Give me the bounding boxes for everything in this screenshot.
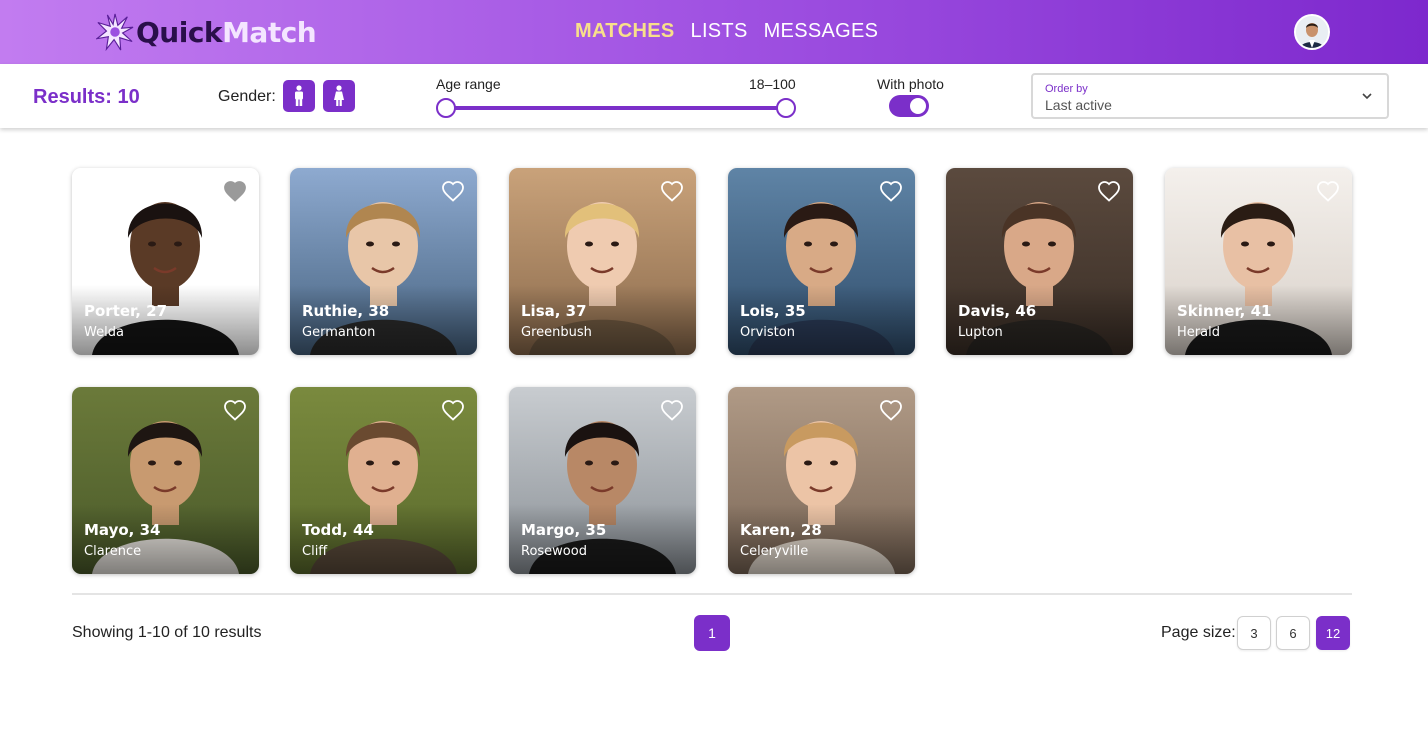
male-icon bbox=[295, 85, 303, 106]
user-avatar-icon bbox=[1296, 16, 1328, 48]
nav-lists[interactable]: LISTS bbox=[691, 20, 748, 43]
profile-city: Clarence bbox=[84, 544, 142, 559]
top-header: QuickMatch MATCHES LISTS MESSAGES bbox=[0, 0, 1428, 64]
page-button-1[interactable]: 1 bbox=[694, 615, 730, 651]
starburst-icon bbox=[96, 13, 134, 51]
page-size-6-button[interactable]: 6 bbox=[1276, 616, 1310, 650]
brand-name: QuickMatch bbox=[136, 15, 317, 49]
profile-name: Porter, 27 bbox=[84, 302, 168, 320]
photo-shade bbox=[509, 504, 696, 574]
profile-card[interactable]: Karen, 28 Celeryville bbox=[728, 387, 915, 574]
profile-name: Todd, 44 bbox=[302, 521, 374, 539]
age-max-thumb[interactable] bbox=[776, 98, 796, 118]
profile-name: Lisa, 37 bbox=[521, 302, 587, 320]
photo-shade bbox=[72, 285, 259, 355]
chevron-down-icon bbox=[1362, 93, 1372, 100]
main-nav: MATCHES LISTS MESSAGES bbox=[575, 20, 894, 43]
profile-card[interactable]: Porter, 27 Welda bbox=[72, 168, 259, 355]
profile-card[interactable]: Lois, 35 Orviston bbox=[728, 168, 915, 355]
age-min-thumb[interactable] bbox=[436, 98, 456, 118]
heart-icon[interactable] bbox=[441, 180, 465, 202]
photo-shade bbox=[1165, 285, 1352, 355]
profile-name: Karen, 28 bbox=[740, 521, 822, 539]
profile-name: Margo, 35 bbox=[521, 521, 607, 539]
brand-logo[interactable]: QuickMatch bbox=[96, 12, 317, 52]
results-count: Results: 10 bbox=[33, 86, 140, 108]
brand-name-part1: Quick bbox=[136, 15, 223, 49]
profile-name: Lois, 35 bbox=[740, 302, 806, 320]
age-range-label: Age range bbox=[436, 76, 501, 92]
profile-city: Welda bbox=[84, 325, 124, 340]
photo-shade bbox=[728, 285, 915, 355]
heart-icon[interactable] bbox=[879, 180, 903, 202]
with-photo-label: With photo bbox=[877, 76, 944, 92]
gender-label: Gender: bbox=[218, 88, 276, 105]
toggle-knob bbox=[910, 98, 926, 114]
heart-icon[interactable] bbox=[660, 180, 684, 202]
age-range-value: 18–100 bbox=[749, 76, 796, 92]
heart-icon[interactable] bbox=[1097, 180, 1121, 202]
order-by-value: Last active bbox=[1045, 97, 1112, 113]
page-size-12-button[interactable]: 12 bbox=[1316, 616, 1350, 650]
profile-city: Orviston bbox=[740, 325, 795, 340]
profile-name: Skinner, 41 bbox=[1177, 302, 1272, 320]
profile-name: Davis, 46 bbox=[958, 302, 1037, 320]
heart-icon[interactable] bbox=[223, 399, 247, 421]
photo-shade bbox=[728, 504, 915, 574]
profile-card[interactable]: Skinner, 41 Herald bbox=[1165, 168, 1352, 355]
brand-name-part2: Match bbox=[222, 15, 317, 49]
profile-city: Celeryville bbox=[740, 544, 809, 559]
profile-name: Mayo, 34 bbox=[84, 521, 161, 539]
profile-card[interactable]: Margo, 35 Rosewood bbox=[509, 387, 696, 574]
heart-icon[interactable] bbox=[223, 180, 247, 202]
divider bbox=[72, 593, 1352, 595]
profile-city: Lupton bbox=[958, 325, 1003, 340]
photo-shade bbox=[290, 504, 477, 574]
profile-city: Herald bbox=[1177, 325, 1220, 340]
profile-card[interactable]: Lisa, 37 Greenbush bbox=[509, 168, 696, 355]
profile-card[interactable]: Todd, 44 Cliff bbox=[290, 387, 477, 574]
age-range-track[interactable] bbox=[446, 106, 786, 110]
profile-city: Rosewood bbox=[521, 544, 587, 559]
profile-card[interactable]: Mayo, 34 Clarence bbox=[72, 387, 259, 574]
nav-matches[interactable]: MATCHES bbox=[575, 20, 675, 43]
heart-icon[interactable] bbox=[1316, 180, 1340, 202]
profile-card[interactable]: Davis, 46 Lupton bbox=[946, 168, 1133, 355]
photo-shade bbox=[509, 285, 696, 355]
female-icon bbox=[334, 85, 344, 106]
page-size-label: Page size: bbox=[1161, 624, 1236, 641]
heart-icon[interactable] bbox=[660, 399, 684, 421]
gender-male-button[interactable] bbox=[283, 80, 315, 112]
nav-messages[interactable]: MESSAGES bbox=[764, 20, 879, 43]
photo-shade bbox=[946, 285, 1133, 355]
profile-city: Greenbush bbox=[521, 325, 592, 340]
gender-female-button[interactable] bbox=[323, 80, 355, 112]
order-by-select[interactable]: Order by Last active bbox=[1031, 73, 1389, 119]
order-by-label: Order by bbox=[1045, 83, 1088, 95]
profile-name: Ruthie, 38 bbox=[302, 302, 390, 320]
user-avatar[interactable] bbox=[1294, 14, 1330, 50]
results-summary: Showing 1-10 of 10 results bbox=[72, 624, 262, 641]
photo-shade bbox=[72, 504, 259, 574]
with-photo-toggle[interactable] bbox=[889, 95, 929, 117]
heart-icon[interactable] bbox=[441, 399, 465, 421]
profile-city: Cliff bbox=[302, 544, 328, 559]
profile-card[interactable]: Ruthie, 38 Germanton bbox=[290, 168, 477, 355]
photo-shade bbox=[290, 285, 477, 355]
heart-icon[interactable] bbox=[879, 399, 903, 421]
page-size-3-button[interactable]: 3 bbox=[1237, 616, 1271, 650]
filter-bar: Results: 10 Gender: Age range 18–100 Wit… bbox=[0, 64, 1428, 128]
profile-city: Germanton bbox=[302, 325, 376, 340]
